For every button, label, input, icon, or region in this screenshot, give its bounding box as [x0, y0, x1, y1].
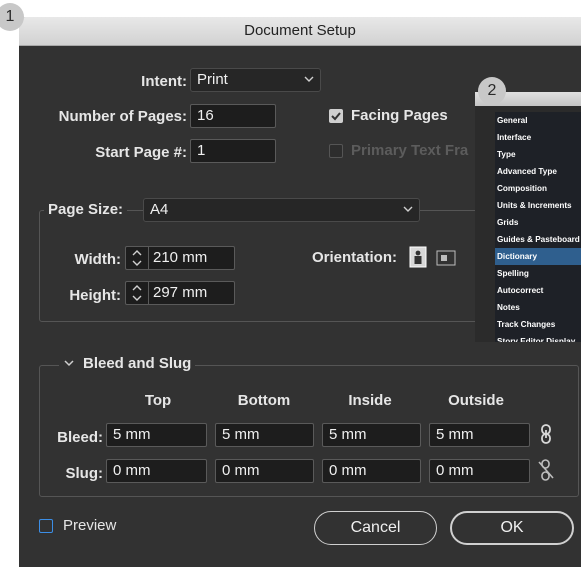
dialog-title: Document Setup: [244, 22, 356, 39]
page-size-select[interactable]: A4: [143, 198, 420, 222]
checkmark-icon: [331, 112, 341, 121]
pref-item-units-increments[interactable]: Units & Increments: [495, 197, 581, 214]
slug-outside-field[interactable]: 0 mm: [429, 459, 530, 483]
pref-item-advanced-type[interactable]: Advanced Type: [495, 163, 581, 180]
pref-item-dictionary[interactable]: Dictionary: [495, 248, 581, 265]
slug-bottom-field[interactable]: 0 mm: [215, 459, 314, 483]
column-outside: Outside: [448, 392, 504, 409]
link-chain-icon[interactable]: [539, 423, 553, 445]
pref-item-type[interactable]: Type: [495, 146, 581, 163]
callout-badge-2: 2: [478, 77, 506, 105]
slug-inside-field[interactable]: 0 mm: [322, 459, 421, 483]
pref-item-interface[interactable]: Interface: [495, 129, 581, 146]
pref-item-guides-pasteboard[interactable]: Guides & Pasteboard: [495, 231, 581, 248]
landscape-orientation-icon[interactable]: [436, 250, 456, 266]
start-page-field[interactable]: 1: [190, 139, 276, 163]
width-label: Width:: [74, 251, 121, 268]
chevron-down-icon: [64, 360, 74, 367]
facing-pages-label: Facing Pages: [351, 107, 448, 124]
pages-field[interactable]: 16: [190, 104, 276, 128]
pref-item-general[interactable]: General: [495, 112, 581, 129]
bleed-slug-header[interactable]: Bleed and Slug: [59, 355, 196, 372]
preferences-category-list: General Interface Type Advanced Type Com…: [495, 112, 581, 342]
portrait-orientation-icon[interactable]: [409, 246, 427, 268]
facing-pages-checkbox[interactable]: [329, 109, 343, 123]
pref-item-story-editor-display[interactable]: Story Editor Display: [495, 333, 581, 342]
bleed-top-field[interactable]: 5 mm: [106, 423, 207, 447]
orientation-label: Orientation:: [312, 249, 397, 266]
intent-value: Print: [197, 71, 228, 88]
height-stepper-icon[interactable]: [130, 281, 144, 305]
page-size-label: Page Size:: [44, 201, 128, 218]
pref-item-grids[interactable]: Grids: [495, 214, 581, 231]
cancel-button[interactable]: Cancel: [314, 511, 437, 545]
slug-top-field[interactable]: 0 mm: [106, 459, 207, 483]
width-stepper-icon[interactable]: [130, 246, 144, 270]
bleed-label: Bleed:: [57, 429, 103, 446]
column-bottom: Bottom: [237, 392, 291, 409]
pref-item-notes[interactable]: Notes: [495, 299, 581, 316]
column-inside: Inside: [348, 392, 392, 409]
bleed-outside-field[interactable]: 5 mm: [429, 423, 530, 447]
pref-item-composition[interactable]: Composition: [495, 180, 581, 197]
pages-label: Number of Pages:: [58, 108, 187, 125]
broken-link-icon[interactable]: [538, 459, 554, 481]
title-bar: Document Setup: [19, 17, 581, 46]
stepper-divider: [148, 282, 149, 304]
bleed-inside-field[interactable]: 5 mm: [322, 423, 421, 447]
start-page-label: Start Page #:: [95, 144, 187, 161]
intent-select[interactable]: Print: [190, 68, 321, 92]
bleed-slug-title: Bleed and Slug: [83, 355, 192, 372]
primary-text-frame-label: Primary Text Fra: [351, 142, 469, 159]
height-label: Height:: [69, 287, 121, 304]
pref-item-spelling[interactable]: Spelling: [495, 265, 581, 282]
primary-text-frame-checkbox[interactable]: [329, 144, 343, 158]
preview-checkbox[interactable]: [39, 519, 53, 533]
stepper-divider: [148, 247, 149, 269]
chevron-down-icon: [403, 206, 413, 212]
slug-label: Slug:: [65, 465, 104, 482]
bleed-bottom-field[interactable]: 5 mm: [215, 423, 314, 447]
pref-item-autocorrect[interactable]: Autocorrect: [495, 282, 581, 299]
ok-button[interactable]: OK: [450, 511, 574, 545]
column-top: Top: [144, 392, 172, 409]
intent-label: Intent:: [141, 73, 187, 90]
chevron-down-icon: [304, 76, 314, 82]
page-size-value: A4: [150, 201, 169, 218]
preview-label: Preview: [63, 517, 117, 534]
preferences-panel: General Interface Type Advanced Type Com…: [475, 92, 581, 342]
pref-item-track-changes[interactable]: Track Changes: [495, 316, 581, 333]
